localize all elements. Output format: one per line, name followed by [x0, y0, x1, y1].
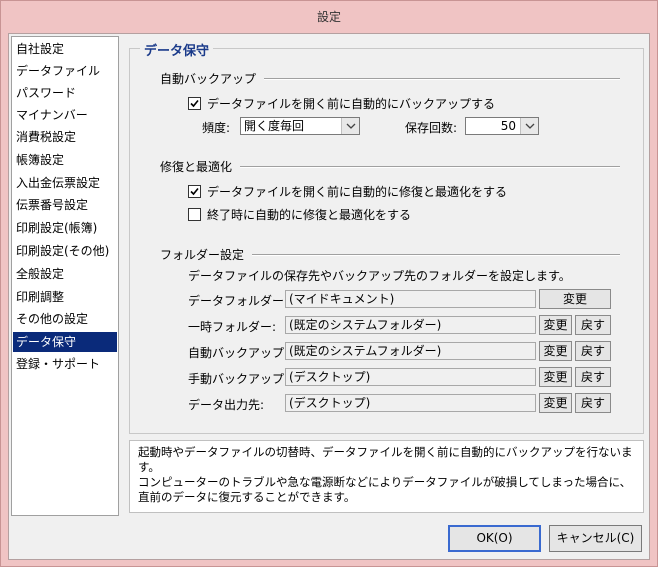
auto-backup-label: データファイルを開く前に自動的にバックアップする	[207, 97, 496, 111]
sidebar-item-cash-slip[interactable]: 入出金伝票設定	[13, 173, 117, 193]
help-text-line-2: コンピューターのトラブルや急な電源断などによりデータファイルが破損してしまった場…	[138, 475, 632, 504]
repair-on-exit-label: 終了時に自動的に修復と最適化をする	[207, 208, 412, 222]
auto-backup-folder-field[interactable]: (既定のシステムフォルダー)	[285, 342, 536, 360]
data-output-folder-field[interactable]: (デスクトップ)	[285, 394, 536, 412]
help-text-line-1: 起動時やデータファイルの切替時、データファイルを開く前に自動的にバックアップを行…	[138, 445, 633, 474]
sidebar-item-password[interactable]: パスワード	[13, 83, 117, 103]
data-folder-label: データフォルダー:	[188, 294, 289, 308]
panel-title: データ保守	[140, 40, 214, 59]
auto-backup-folder-change-button[interactable]: 変更	[539, 341, 572, 361]
temp-folder-label: 一時フォルダー:	[188, 320, 277, 334]
data-output-folder-change-button[interactable]: 変更	[539, 393, 572, 413]
sidebar-item-slip-number[interactable]: 伝票番号設定	[13, 195, 117, 215]
sidebar-item-company[interactable]: 自社設定	[13, 39, 117, 59]
frequency-select[interactable]: 開く度毎回	[240, 117, 360, 135]
sidebar-item-data-maintenance[interactable]: データ保守	[13, 332, 117, 352]
sidebar-item-my-number[interactable]: マイナンバー	[13, 105, 117, 125]
save-count-label: 保存回数:	[405, 121, 458, 135]
auto-backup-title: 自動バックアップ	[160, 70, 265, 87]
manual-backup-folder-label: 手動バックアップ:	[188, 372, 289, 386]
window-title: 設定	[316, 10, 341, 24]
sidebar-item-general[interactable]: 全般設定	[13, 264, 117, 284]
settings-window: 設定 自社設定 データファイル パスワード マイナンバー 消費税設定 帳簿設定 …	[0, 0, 658, 567]
temp-folder-change-button[interactable]: 変更	[539, 315, 572, 335]
manual-backup-folder-reset-button[interactable]: 戻す	[575, 367, 611, 387]
frequency-value: 開く度毎回	[244, 119, 305, 133]
repair-before-open-label: データファイルを開く前に自動的に修復と最適化をする	[207, 185, 508, 199]
sidebar-item-ledger[interactable]: 帳簿設定	[13, 150, 117, 170]
sidebar-item-print-ledger[interactable]: 印刷設定(帳簿)	[13, 218, 117, 238]
folder-settings-title: フォルダー設定	[160, 246, 253, 263]
sidebar-item-print-other[interactable]: 印刷設定(その他)	[13, 241, 117, 261]
repair-title: 修復と最適化	[160, 158, 241, 175]
frequency-label: 頻度:	[202, 121, 231, 135]
manual-backup-folder-field[interactable]: (デスクトップ)	[285, 368, 536, 386]
temp-folder-reset-button[interactable]: 戻す	[575, 315, 611, 335]
sidebar-item-print-adjust[interactable]: 印刷調整	[13, 287, 117, 307]
data-output-folder-reset-button[interactable]: 戻す	[575, 393, 611, 413]
sidebar-item-consumption-tax[interactable]: 消費税設定	[13, 127, 117, 147]
sidebar-item-other[interactable]: その他の設定	[13, 309, 117, 329]
cancel-button[interactable]: キャンセル(C)	[549, 525, 642, 552]
data-folder-field[interactable]: (マイドキュメント)	[285, 290, 536, 308]
checkbox-box[interactable]	[188, 208, 201, 221]
folder-settings-description: データファイルの保存先やバックアップ先のフォルダーを設定します。	[188, 269, 571, 283]
sidebar-item-registration-support[interactable]: 登録・サポート	[13, 354, 117, 374]
data-maintenance-group: データ保守 自動バックアップ データファイルを開く前に自動的にバックアップする …	[129, 40, 644, 434]
dialog-client-area: 自社設定 データファイル パスワード マイナンバー 消費税設定 帳簿設定 入出金…	[8, 33, 650, 560]
data-output-folder-label: データ出力先:	[188, 398, 265, 412]
auto-backup-checkbox[interactable]: データファイルを開く前に自動的にバックアップする	[188, 95, 495, 112]
repair-before-open-checkbox[interactable]: データファイルを開く前に自動的に修復と最適化をする	[188, 183, 507, 200]
save-count-select[interactable]: 50	[465, 117, 539, 135]
temp-folder-field[interactable]: (既定のシステムフォルダー)	[285, 316, 536, 334]
checkbox-box[interactable]	[188, 97, 201, 110]
chevron-down-icon[interactable]	[520, 118, 538, 134]
checkbox-box[interactable]	[188, 185, 201, 198]
auto-backup-folder-reset-button[interactable]: 戻す	[575, 341, 611, 361]
manual-backup-folder-change-button[interactable]: 変更	[539, 367, 572, 387]
save-count-value: 50	[500, 119, 516, 133]
sidebar-item-data-file[interactable]: データファイル	[13, 61, 117, 81]
help-text-box: 起動時やデータファイルの切替時、データファイルを開く前に自動的にバックアップを行…	[129, 440, 644, 513]
auto-backup-folder-label: 自動バックアップ:	[188, 346, 289, 360]
data-folder-change-button[interactable]: 変更	[539, 289, 611, 309]
ok-button[interactable]: OK(O)	[448, 525, 541, 552]
chevron-down-icon[interactable]	[341, 118, 359, 134]
repair-on-exit-checkbox[interactable]: 終了時に自動的に修復と最適化をする	[188, 206, 411, 223]
sidebar: 自社設定 データファイル パスワード マイナンバー 消費税設定 帳簿設定 入出金…	[11, 36, 119, 516]
